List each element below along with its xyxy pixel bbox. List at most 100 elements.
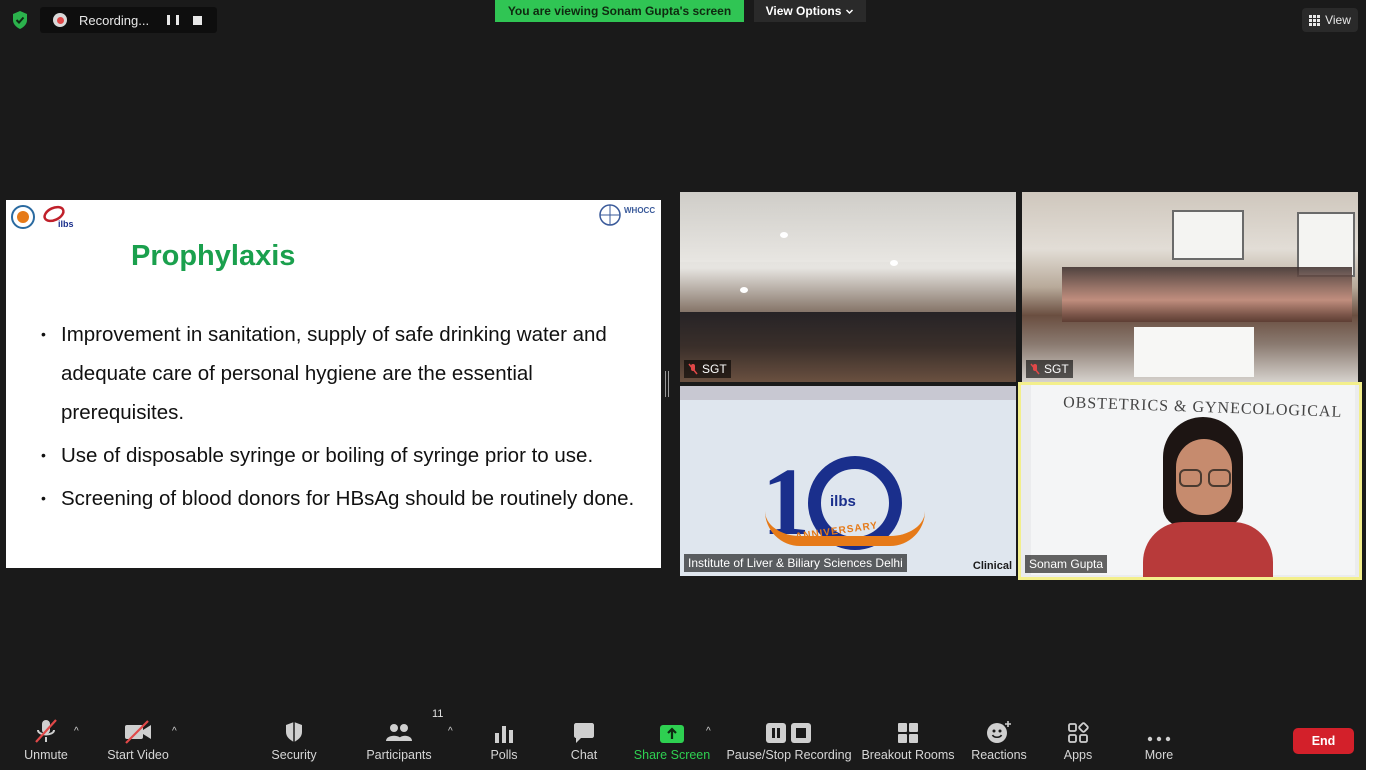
video-camera-off-icon <box>125 720 151 744</box>
security-label: Security <box>271 748 317 762</box>
bullet-dot-icon: • <box>41 326 46 342</box>
audio-options-caret-icon[interactable]: ^ <box>74 726 79 737</box>
smiley-reaction-icon <box>987 721 1011 743</box>
ceiling-light <box>890 260 898 266</box>
participant-name: Institute of Liver & Biliary Sciences De… <box>688 556 903 570</box>
start-video-label: Start Video <box>107 748 169 762</box>
polls-label: Polls <box>490 748 518 762</box>
polls-button[interactable]: Polls <box>483 706 525 770</box>
video-tile-sgt-2[interactable]: SGT <box>1022 192 1358 382</box>
security-button[interactable]: Security <box>266 706 322 770</box>
participants-label: Participants <box>366 748 432 762</box>
participants-icon <box>386 724 412 741</box>
bullet-text: Screening of blood donors for HBsAg shou… <box>61 487 635 510</box>
participant-name: Sonam Gupta <box>1029 557 1104 571</box>
video-tile-ilbs-delhi[interactable]: 1 ilbs ANNIVERSARY Clinical Institute of… <box>680 386 1016 576</box>
meeting-controls-toolbar: Unmute ^ Start Video ^ Security 11 Parti… <box>0 706 1366 770</box>
video-options-caret-icon[interactable]: ^ <box>172 726 177 737</box>
bullet-dot-icon: • <box>41 447 46 463</box>
more-button[interactable]: More <box>1138 706 1180 770</box>
reactions-button[interactable]: Reactions <box>968 706 1030 770</box>
unmute-button[interactable]: Unmute <box>18 706 74 770</box>
end-meeting-button[interactable]: End <box>1293 728 1354 754</box>
speaker-video <box>1143 417 1273 577</box>
speaker-glasses <box>1179 469 1231 487</box>
view-options-label: View Options <box>765 4 842 18</box>
video-tile-sgt-1[interactable]: SGT <box>680 192 1016 382</box>
classroom-window <box>1172 210 1244 260</box>
participants-button[interactable]: 11 Participants <box>366 706 443 770</box>
chat-label: Chat <box>570 748 598 762</box>
banner-top-strip <box>680 386 1016 400</box>
view-options-button[interactable]: View Options <box>754 0 866 22</box>
share-screen-label: Share Screen <box>633 748 711 762</box>
reactions-label: Reactions <box>971 748 1027 762</box>
more-dots-icon <box>1147 736 1171 742</box>
classroom-audience <box>1062 267 1352 322</box>
microphone-muted-icon <box>35 719 57 743</box>
chevron-down-icon <box>846 8 854 14</box>
viewing-screen-banner: You are viewing Sonam Gupta's screen <box>495 0 744 22</box>
unmute-label: Unmute <box>24 748 68 762</box>
shield-icon <box>286 722 302 742</box>
start-video-button[interactable]: Start Video <box>103 706 173 770</box>
ceiling-light <box>740 287 748 293</box>
recording-dot-icon <box>53 13 67 27</box>
breakout-rooms-icon <box>898 723 918 743</box>
chat-button[interactable]: Chat <box>563 706 605 770</box>
breakout-rooms-button[interactable]: Breakout Rooms <box>861 706 955 770</box>
chat-bubble-icon <box>574 723 594 743</box>
more-label: More <box>1144 748 1174 762</box>
list-item: • Improvement in sanitation, supply of s… <box>41 315 641 432</box>
participant-name-tag: SGT <box>684 360 731 378</box>
who-logo-text: WHOCC <box>624 206 656 215</box>
list-item: • Use of disposable syringe or boiling o… <box>41 436 641 475</box>
view-button[interactable]: View <box>1302 8 1358 32</box>
slide-bullet-list: • Improvement in sanitation, supply of s… <box>41 315 641 522</box>
participant-name-tag: Institute of Liver & Biliary Sciences De… <box>684 554 907 572</box>
pause-stop-recording-icon <box>766 723 811 743</box>
list-item: • Screening of blood donors for HBsAg sh… <box>41 479 641 518</box>
grid-view-icon <box>1309 14 1321 26</box>
apps-icon <box>1068 722 1089 743</box>
breakout-rooms-label: Breakout Rooms <box>861 748 955 762</box>
participant-name-tag: SGT <box>1026 360 1073 378</box>
split-view-resize-handle[interactable] <box>665 371 669 397</box>
svg-text:ilbs: ilbs <box>58 219 74 229</box>
stop-recording-icon[interactable] <box>193 15 202 25</box>
muted-mic-icon <box>1030 363 1040 375</box>
front-desk <box>1134 327 1254 377</box>
share-screen-arrow-icon <box>660 725 684 743</box>
pause-stop-recording-button[interactable]: Pause/Stop Recording <box>726 706 852 770</box>
apps-label: Apps <box>1063 748 1093 762</box>
pause-recording-icon[interactable] <box>167 14 179 26</box>
shared-screen-slide: ilbs WHOCC Prophylaxis • Improvement in … <box>6 200 661 568</box>
participant-name-tag: Sonam Gupta <box>1025 555 1108 573</box>
pause-stop-recording-label: Pause/Stop Recording <box>726 748 852 762</box>
participants-options-caret-icon[interactable]: ^ <box>448 726 453 737</box>
muted-mic-icon <box>688 363 698 375</box>
speaker-body <box>1143 522 1273 577</box>
anniversary-logo-ilbs: ilbs <box>830 493 856 510</box>
recording-label: Recording... <box>79 12 150 28</box>
polls-icon <box>495 726 513 743</box>
share-options-caret-icon[interactable]: ^ <box>706 726 711 737</box>
recording-indicator: Recording... <box>40 7 217 33</box>
participant-name: SGT <box>1044 362 1069 376</box>
classroom-ceiling <box>680 192 1016 262</box>
bullet-text: Use of disposable syringe or boiling of … <box>61 444 594 467</box>
video-tile-sonam-gupta[interactable]: OBSTETRICS & GYNECOLOGICAL Sonam Gupta <box>1018 382 1362 580</box>
ilbs-logo-icon: ilbs <box>11 205 74 229</box>
bullet-dot-icon: • <box>41 490 46 506</box>
slide-title: Prophylaxis <box>131 240 296 272</box>
apps-button[interactable]: Apps <box>1056 706 1100 770</box>
participant-name: SGT <box>702 362 727 376</box>
participants-count: 11 <box>432 708 444 720</box>
share-screen-button[interactable]: Share Screen <box>633 706 711 770</box>
bullet-text: Improvement in sanitation, supply of saf… <box>61 323 607 424</box>
view-label: View <box>1325 13 1351 27</box>
window-edge <box>1366 0 1376 770</box>
ceiling-light <box>780 232 788 238</box>
encryption-shield-icon[interactable] <box>10 10 30 30</box>
banner-clinical-text: Clinical <box>972 560 1012 572</box>
